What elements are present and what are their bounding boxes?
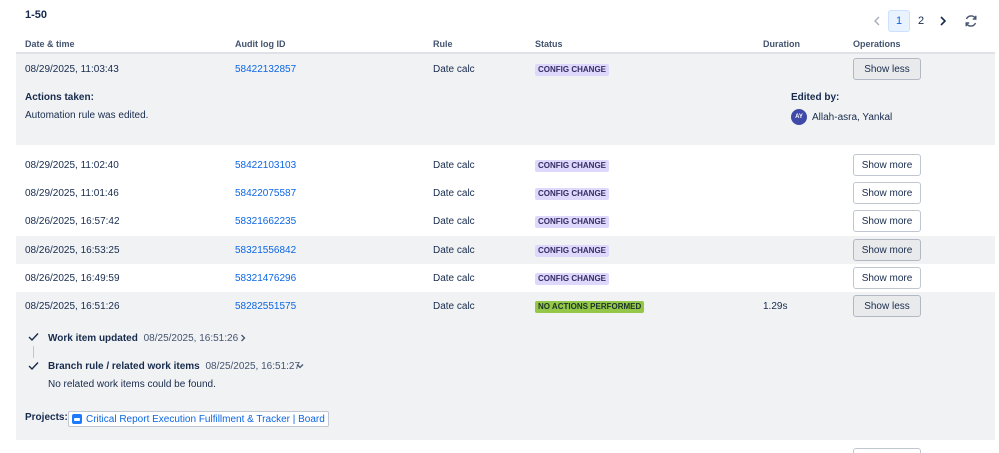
show-more-button[interactable]: Show more (853, 182, 921, 204)
status-label: CONFIG CHANGE (535, 216, 609, 228)
row-date: 08/29/2025, 11:03:43 (25, 64, 119, 75)
results-count: 1-50 (25, 9, 48, 21)
row-date: 08/29/2025, 11:01:46 (25, 188, 119, 199)
status-badge: CONFIG CHANGE (535, 64, 609, 76)
audit-log-link[interactable]: 58282551575 (235, 301, 296, 312)
audit-log-link[interactable]: 58321662235 (235, 216, 296, 227)
row-rule: Date calc (433, 301, 475, 312)
row-rule: Date calc (433, 273, 475, 284)
audit-log-link[interactable]: 58321556842 (235, 245, 296, 256)
row-rule: Date calc (433, 245, 475, 256)
avatar: AY (791, 109, 807, 125)
step-title: Work item updated (48, 333, 138, 344)
step-work-item-updated[interactable]: Work item updated 08/25/2025, 16:51:26 (48, 333, 238, 344)
row-date: 08/26/2025, 16:57:42 (25, 216, 120, 227)
check-icon (28, 361, 39, 374)
editor: AY Allah-asra, Yankal (791, 109, 892, 125)
status-badge: CONFIG CHANGE (535, 273, 609, 285)
project-link[interactable]: Critical Report Execution Fulfillment & … (68, 411, 329, 427)
audit-log-link[interactable]: 58422103103 (235, 160, 296, 171)
project-chip[interactable]: Critical Report Execution Fulfillment & … (68, 411, 329, 427)
refresh-icon[interactable] (962, 12, 980, 30)
audit-log-link[interactable]: 58422075587 (235, 188, 296, 199)
table-row: 08/29/2025, 11:02:40 58422103103 Date ca… (16, 151, 995, 179)
table-row: 08/26/2025, 16:49:59 58321476296 Date ca… (16, 264, 995, 292)
status-label: NO ACTIONS PERFORMED (535, 301, 645, 313)
col-duration: Duration (763, 39, 800, 49)
row-rule: Date calc (433, 188, 475, 199)
chevron-right-icon[interactable] (239, 333, 247, 346)
row-rule: Date calc (433, 64, 475, 75)
edited-by-label: Edited by: (791, 92, 840, 103)
show-less-button[interactable]: Show less (853, 58, 921, 80)
status-label: CONFIG CHANGE (535, 160, 609, 172)
col-rule: Rule (433, 39, 453, 49)
table-row-expanded: 08/29/2025, 11:03:43 58422132857 Date ca… (16, 54, 995, 145)
row-date: 08/25/2025, 16:51:26 (25, 301, 120, 312)
chevron-down-icon[interactable] (295, 362, 305, 373)
status-badge: CONFIG CHANGE (535, 188, 609, 200)
status-badge: CONFIG CHANGE (535, 216, 609, 228)
status-label: CONFIG CHANGE (535, 245, 609, 257)
col-status: Status (535, 39, 563, 49)
table-row: 08/29/2025, 11:01:46 58422075587 Date ca… (16, 179, 995, 207)
row-rule: Date calc (433, 216, 475, 227)
step-time: 08/25/2025, 16:51:26 (143, 333, 239, 344)
status-badge: NO ACTIONS PERFORMED (535, 301, 645, 313)
check-icon (28, 332, 39, 345)
table-row: 08/26/2025, 16:57:42 58321662235 Date ca… (16, 207, 995, 235)
status-label: CONFIG CHANGE (535, 188, 609, 200)
table-row-expanded: 08/25/2025, 16:51:26 58282551575 Date ca… (16, 292, 995, 440)
table-row-hovered: 08/26/2025, 16:53:25 58321556842 Date ca… (16, 236, 995, 264)
board-icon (72, 414, 82, 424)
row-date: 08/26/2025, 16:49:59 (25, 273, 120, 284)
chevron-right-icon[interactable] (932, 10, 954, 32)
table-header: Date & time Audit log ID Rule Status Dur… (0, 39, 999, 53)
next-row-button-partial[interactable] (853, 448, 921, 453)
status-label: CONFIG CHANGE (535, 64, 609, 76)
status-label: CONFIG CHANGE (535, 273, 609, 285)
actions-taken-label: Actions taken: (25, 92, 94, 103)
project-name: Critical Report Execution Fulfillment & … (86, 413, 325, 425)
page-1-button[interactable]: 1 (888, 10, 910, 32)
audit-log-link[interactable]: 58321476296 (235, 273, 296, 284)
row-date: 08/29/2025, 11:02:40 (25, 160, 119, 171)
col-date[interactable]: Date & time (25, 39, 75, 49)
projects-label: Projects: (25, 412, 68, 423)
status-badge: CONFIG CHANGE (535, 160, 609, 172)
row-rule: Date calc (433, 160, 475, 171)
row-duration: 1.29s (763, 301, 788, 312)
row-date: 08/26/2025, 16:53:25 (25, 245, 120, 256)
col-operations: Operations (853, 39, 901, 49)
step-branch-rule[interactable]: Branch rule / related work items 08/25/2… (48, 361, 300, 372)
step-time: 08/25/2025, 16:51:27 (205, 361, 301, 372)
audit-log-link[interactable]: 58422132857 (235, 64, 296, 75)
status-badge: CONFIG CHANGE (535, 245, 609, 257)
pagination: 1 2 (866, 9, 954, 33)
editor-name: Allah-asra, Yankal (812, 111, 893, 123)
show-less-button[interactable]: Show less (853, 295, 921, 317)
show-more-button[interactable]: Show more (853, 239, 921, 261)
page-2-button[interactable]: 2 (910, 10, 932, 32)
actions-taken-text: Automation rule was edited. (25, 110, 149, 121)
chevron-left-icon[interactable] (866, 10, 888, 32)
step-title: Branch rule / related work items (48, 361, 200, 372)
col-id: Audit log ID (235, 39, 286, 49)
show-more-button[interactable]: Show more (853, 210, 921, 232)
step-connector (33, 346, 34, 358)
show-more-button[interactable]: Show more (853, 154, 921, 176)
show-more-button[interactable]: Show more (853, 267, 921, 289)
no-related-items-text: No related work items could be found. (48, 379, 216, 390)
projects-label-text: Projects: (25, 412, 68, 423)
